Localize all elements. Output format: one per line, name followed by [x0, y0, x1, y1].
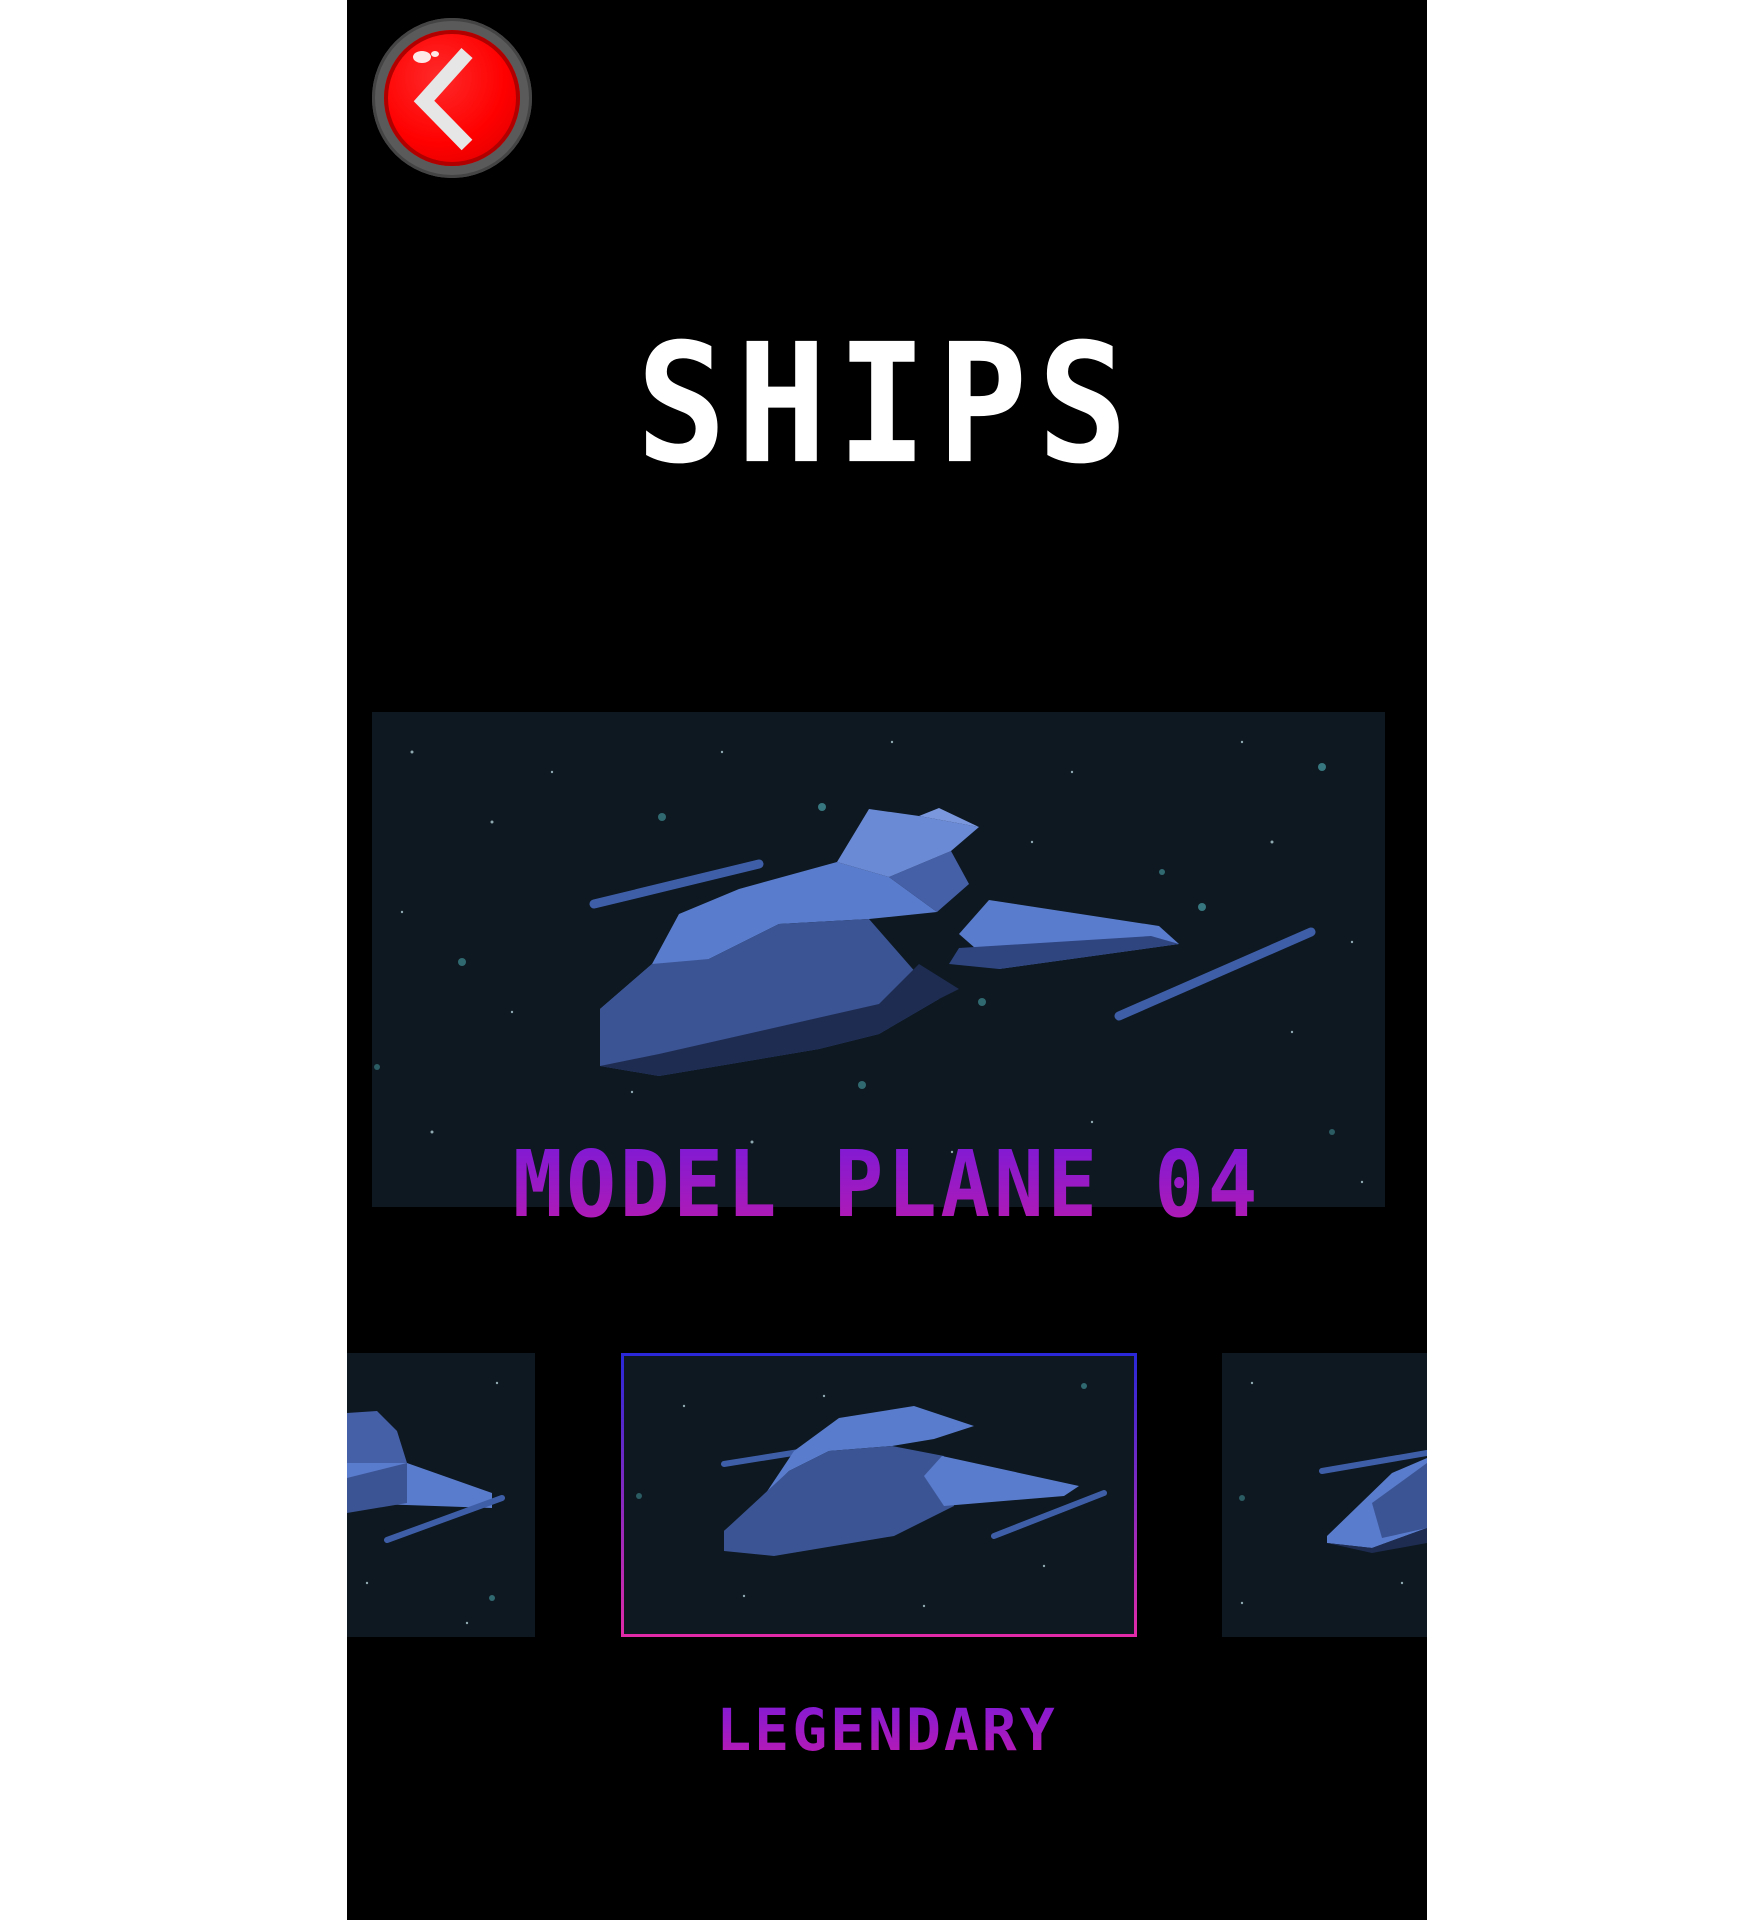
ship-name: MODEL PLANE 04 [401, 1135, 1373, 1235]
chevron-left-icon [413, 47, 473, 151]
ship-model-thumbnail [1239, 1381, 1427, 1605]
page-title: SHIPS [636, 309, 1138, 501]
ship-model-thumbnail [347, 1381, 505, 1625]
ship-model-thumbnail [636, 1383, 1107, 1608]
ship-thumbnail-next[interactable] [1222, 1353, 1427, 1637]
ship-thumbnail-previous[interactable] [347, 1353, 535, 1637]
rarity-label: LEGENDARY [347, 1695, 1427, 1765]
ship-thumbnail-selected[interactable] [621, 1353, 1137, 1637]
back-button[interactable] [372, 18, 532, 178]
ship-select-screen: SHIPS MODEL PLANE 04 LEGENDARY [347, 0, 1427, 1920]
